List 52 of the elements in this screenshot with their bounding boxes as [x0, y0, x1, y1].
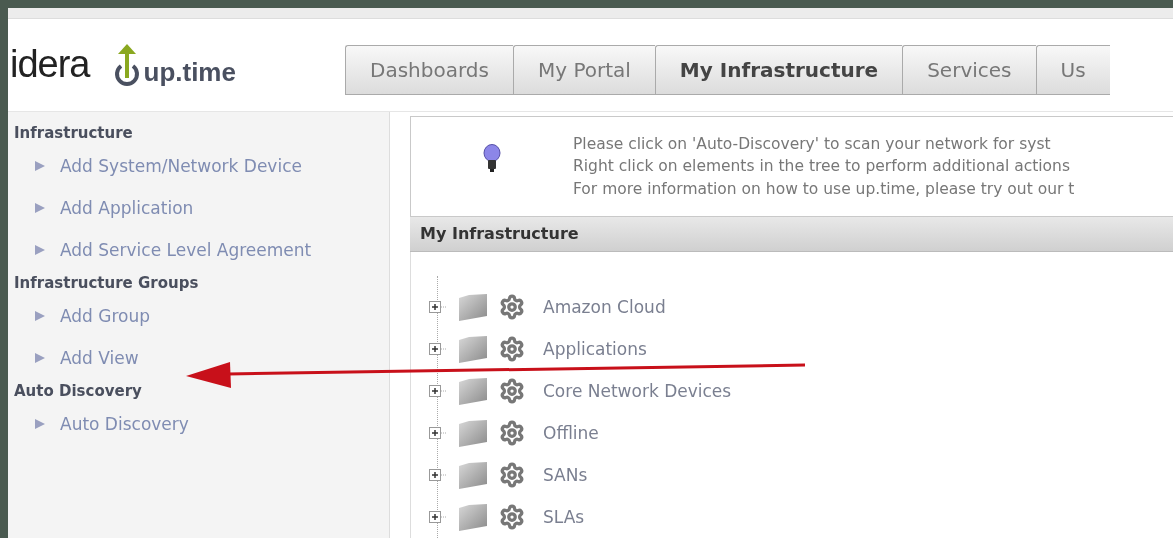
info-text: Please click on 'Auto-Discovery' to scan your network for syst — [573, 133, 1052, 155]
tree-item[interactable]: Offline — [543, 423, 599, 443]
gear-icon — [499, 420, 525, 446]
triangle-icon — [34, 202, 46, 214]
tree-item[interactable]: SLAs — [543, 507, 585, 527]
brand-logo: idera — [9, 42, 92, 88]
folder-icon — [457, 460, 489, 490]
nav-tab[interactable]: My Portal — [512, 45, 655, 95]
sidebar-link[interactable]: Add Application — [60, 198, 194, 218]
lightbulb-icon — [483, 144, 501, 172]
section-title: Infrastructure Groups — [13, 273, 200, 294]
triangle-icon — [34, 418, 46, 430]
gear-icon — [499, 336, 525, 362]
section-title: Infrastructure — [13, 123, 134, 144]
folder-icon — [457, 502, 489, 532]
expand-icon[interactable] — [429, 511, 447, 523]
expand-icon[interactable] — [429, 469, 447, 481]
nav-tab[interactable]: Dashboards — [345, 45, 513, 95]
tree-item[interactable]: SANs — [543, 465, 588, 485]
tree-item[interactable]: Applications — [543, 339, 647, 359]
triangle-icon — [34, 310, 46, 322]
sidebar-link[interactable]: Add View — [60, 348, 139, 368]
folder-icon — [457, 376, 489, 406]
info-text: For more information on how to use up.time, please try out our t — [573, 178, 1075, 200]
nav-tab[interactable]: My Infrastructure — [654, 45, 903, 95]
folder-icon — [457, 334, 489, 364]
expand-icon[interactable] — [429, 427, 447, 439]
expand-icon[interactable] — [429, 301, 447, 313]
expand-icon[interactable] — [429, 385, 447, 397]
section-title: Auto Discovery — [13, 381, 143, 402]
tree-item[interactable]: Core Network Devices — [543, 381, 732, 401]
gear-icon — [499, 462, 525, 488]
tree-item[interactable]: Amazon Cloud — [543, 297, 666, 317]
triangle-icon — [34, 160, 46, 172]
folder-icon — [457, 292, 489, 322]
sidebar-link[interactable]: Add Service Level Agreement — [60, 240, 312, 260]
triangle-icon — [34, 244, 46, 256]
info-text: Right click on elements in the tree to perform additional actions — [573, 156, 1071, 178]
gear-icon — [499, 294, 525, 320]
panel-title: My Infrastructure — [420, 224, 579, 244]
nav-tab[interactable]: Services — [902, 45, 1036, 95]
sidebar-link[interactable]: Auto Discovery — [60, 414, 189, 434]
power-arrow-icon — [113, 42, 140, 88]
expand-icon[interactable] — [429, 343, 447, 355]
product-logo: up.time — [143, 57, 236, 88]
folder-icon — [457, 418, 489, 448]
sidebar-link[interactable]: Add System/Network Device — [60, 156, 302, 176]
triangle-icon — [34, 352, 46, 364]
sidebar-link[interactable]: Add Group — [60, 306, 151, 326]
gear-icon — [499, 378, 525, 404]
nav-tab[interactable]: Us — [1035, 45, 1110, 95]
gear-icon — [499, 504, 525, 530]
